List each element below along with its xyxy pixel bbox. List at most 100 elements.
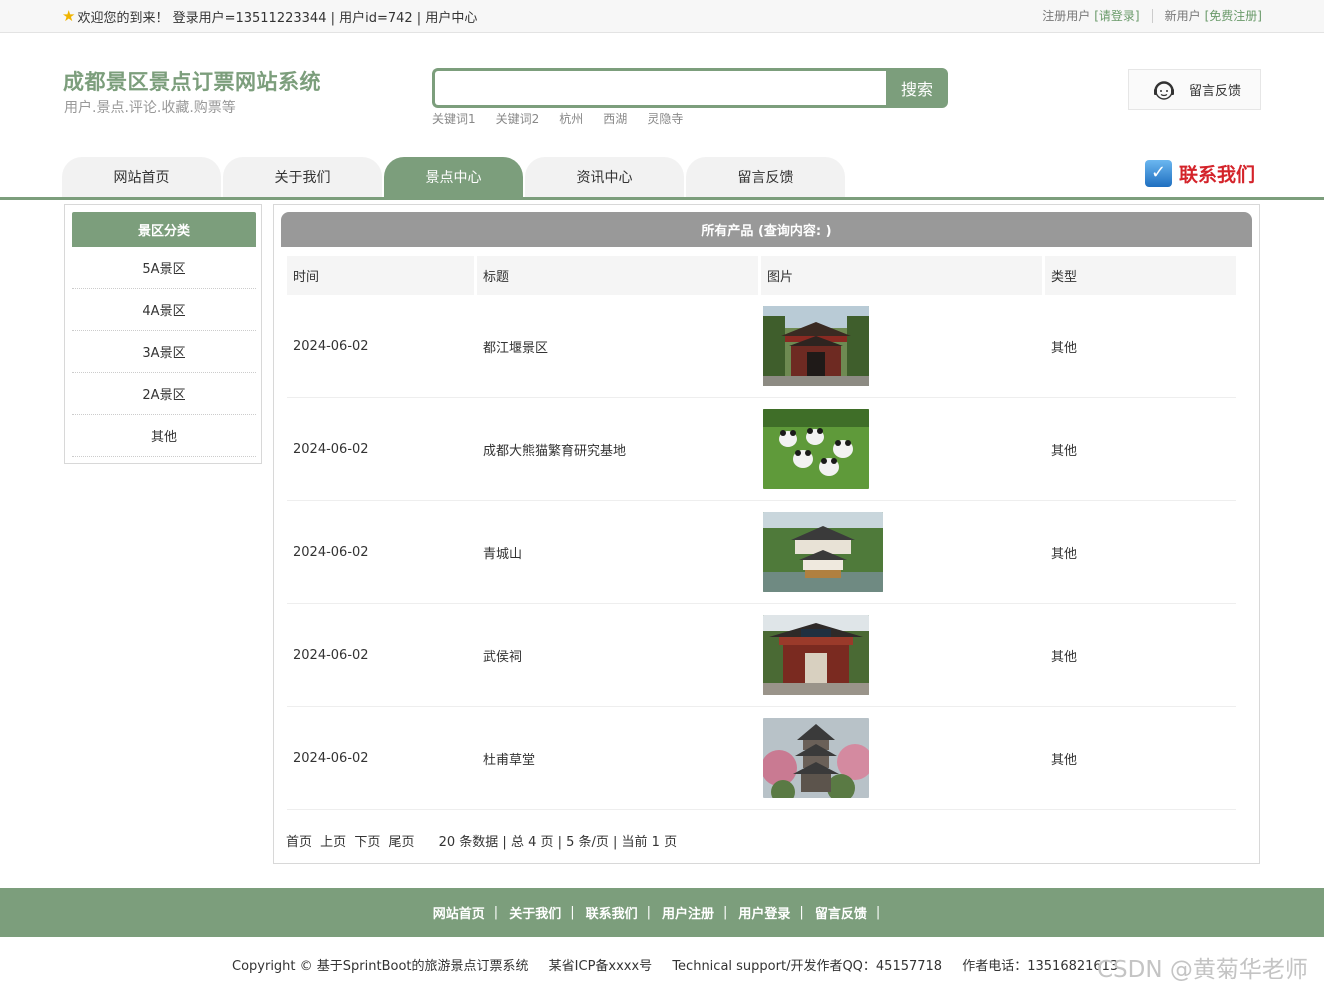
shrine-gate-image[interactable] xyxy=(763,615,869,695)
product-panel: 所有产品 (查询内容: ) 时间 标题 图片 类型 2024-06-02 都江堰… xyxy=(273,204,1260,864)
row-type: 其他 xyxy=(1045,501,1236,604)
contact-us-button[interactable]: 联系我们 xyxy=(1145,160,1255,187)
watermark: CSDN @黄菊华老师 xyxy=(1097,957,1308,983)
row-time: 2024-06-02 xyxy=(287,707,477,810)
footer-separator: | xyxy=(570,905,575,920)
sidebar-item-2a[interactable]: 2A景区 xyxy=(72,373,256,415)
footer-link-about[interactable]: 关于我们 xyxy=(509,903,561,922)
search-button[interactable]: 搜索 xyxy=(886,68,948,108)
contact-us-label: 联系我们 xyxy=(1179,164,1256,186)
keyword-link[interactable]: 关键词2 xyxy=(496,110,540,127)
row-image-cell xyxy=(761,398,1045,501)
phone-text: 作者电话：13516821613 xyxy=(962,959,1119,974)
category-sidebar: 景区分类 5A景区 4A景区 3A景区 2A景区 其他 xyxy=(64,204,262,464)
row-time: 2024-06-02 xyxy=(287,604,477,707)
feedback-button[interactable]: 留言反馈 xyxy=(1128,69,1261,110)
site-title: 成都景区景点订票网站系统 xyxy=(63,70,321,94)
footer-separator: | xyxy=(875,905,881,920)
table-row: 2024-06-02 青城山 其他 xyxy=(287,501,1236,604)
feedback-label: 留言反馈 xyxy=(1189,84,1242,99)
pagination-info: 20 条数据 | 总 4 页 | 5 条/页 | 当前 1 页 xyxy=(438,835,678,850)
site-subtitle: 用户.景点.评论.收藏.购票等 xyxy=(64,100,236,116)
row-title-link[interactable]: 武侯祠 xyxy=(477,604,761,707)
search-bar: 搜索 xyxy=(432,68,948,108)
hot-keywords: 关键词1 关键词2 杭州 西湖 灵隐寺 xyxy=(432,110,683,127)
pagination: 首页 上页 下页 尾页 20 条数据 | 总 4 页 | 5 条/页 | 当前 … xyxy=(286,831,677,850)
table-header-row: 时间 标题 图片 类型 xyxy=(287,256,1236,295)
welcome-text[interactable]: 欢迎您的到来！ 登录用户=13511223344 | 用户id=742 | 用户… xyxy=(77,7,477,26)
nav-item-home[interactable]: 网站首页 xyxy=(62,157,221,197)
product-table: 时间 标题 图片 类型 2024-06-02 都江堰景区 其他 2024-06-… xyxy=(287,256,1236,810)
next-page-link[interactable]: 下页 xyxy=(354,835,380,850)
table-row: 2024-06-02 杜甫草堂 其他 xyxy=(287,707,1236,810)
row-type: 其他 xyxy=(1045,398,1236,501)
footer-separator: | xyxy=(799,905,804,920)
top-bar: ★ 欢迎您的到来！ 登录用户=13511223344 | 用户id=742 | … xyxy=(0,0,1324,33)
new-user-label: 新用户 xyxy=(1164,9,1201,23)
row-image-cell xyxy=(761,501,1045,604)
keyword-link[interactable]: 灵隐寺 xyxy=(647,110,683,127)
footer-nav: 网站首页 | 关于我们 | 联系我们 | 用户注册 | 用户登录 | 留言反馈 | xyxy=(0,888,1324,937)
row-title-link[interactable]: 都江堰景区 xyxy=(477,295,761,398)
customer-service-icon xyxy=(1154,80,1174,100)
column-header-image: 图片 xyxy=(761,256,1045,295)
sidebar-item-5a[interactable]: 5A景区 xyxy=(72,247,256,289)
row-type: 其他 xyxy=(1045,604,1236,707)
nav-underline xyxy=(0,197,1324,200)
star-icon: ★ xyxy=(62,7,76,25)
footer-link-feedback[interactable]: 留言反馈 xyxy=(815,903,867,922)
free-register-link[interactable]: [免费注册] xyxy=(1205,7,1262,24)
phone-icon xyxy=(1145,160,1172,187)
welcome-area: ★ 欢迎您的到来！ 登录用户=13511223344 | 用户id=742 | … xyxy=(62,7,477,27)
sidebar-title: 景区分类 xyxy=(72,212,256,247)
column-header-title: 标题 xyxy=(477,256,761,295)
nav-item-news[interactable]: 资讯中心 xyxy=(525,157,684,197)
row-time: 2024-06-02 xyxy=(287,501,477,604)
prev-page-link[interactable]: 上页 xyxy=(320,835,346,850)
divider xyxy=(1151,8,1153,23)
register-user-label: 注册用户 xyxy=(1042,9,1091,23)
footer-separator: | xyxy=(493,905,499,920)
footer-link-contact[interactable]: 联系我们 xyxy=(586,903,638,922)
row-type: 其他 xyxy=(1045,707,1236,810)
column-header-time: 时间 xyxy=(287,256,477,295)
search-input[interactable] xyxy=(432,68,895,108)
temple-gate-image[interactable] xyxy=(763,306,869,386)
login-link[interactable]: [请登录] xyxy=(1094,7,1139,24)
last-page-link[interactable]: 尾页 xyxy=(388,835,414,850)
row-image-cell xyxy=(761,604,1045,707)
pagoda-image[interactable] xyxy=(763,718,869,798)
table-row: 2024-06-02 成都大熊猫繁育研究基地 其他 xyxy=(287,398,1236,501)
nav-item-attractions[interactable]: 景点中心 xyxy=(384,157,523,197)
row-type: 其他 xyxy=(1045,295,1236,398)
nav-item-feedback[interactable]: 留言反馈 xyxy=(686,157,845,197)
support-text: Technical support/开发作者QQ：45157718 xyxy=(672,959,943,974)
table-row: 2024-06-02 武侯祠 其他 xyxy=(287,604,1236,707)
footer-separator: | xyxy=(646,905,651,920)
account-links: 注册用户 [请登录] 新用户 [免费注册] xyxy=(1042,7,1262,24)
nav-item-about[interactable]: 关于我们 xyxy=(223,157,382,197)
footer-link-register[interactable]: 用户注册 xyxy=(662,903,714,922)
panel-title: 所有产品 (查询内容: ) xyxy=(281,212,1252,247)
main-nav: 网站首页 关于我们 景点中心 资讯中心 留言反馈 xyxy=(62,157,847,197)
keyword-link[interactable]: 关键词1 xyxy=(432,110,476,127)
first-page-link[interactable]: 首页 xyxy=(286,835,312,850)
keyword-link[interactable]: 西湖 xyxy=(603,110,627,127)
footer-link-home[interactable]: 网站首页 xyxy=(433,903,485,922)
copyright-bar: Copyright © 基于SprintBoot的旅游景点订票系统 某省ICP备… xyxy=(232,955,1134,974)
mountain-temple-image[interactable] xyxy=(763,512,883,592)
row-image-cell xyxy=(761,707,1045,810)
row-image-cell xyxy=(761,295,1045,398)
sidebar-item-3a[interactable]: 3A景区 xyxy=(72,331,256,373)
table-row: 2024-06-02 都江堰景区 其他 xyxy=(287,295,1236,398)
keyword-link[interactable]: 杭州 xyxy=(559,110,583,127)
pandas-image[interactable] xyxy=(763,409,869,489)
row-title-link[interactable]: 杜甫草堂 xyxy=(477,707,761,810)
row-time: 2024-06-02 xyxy=(287,398,477,501)
footer-link-login[interactable]: 用户登录 xyxy=(738,903,790,922)
row-title-link[interactable]: 成都大熊猫繁育研究基地 xyxy=(477,398,761,501)
footer-separator: | xyxy=(723,905,728,920)
sidebar-item-other[interactable]: 其他 xyxy=(72,415,256,457)
row-title-link[interactable]: 青城山 xyxy=(477,501,761,604)
sidebar-item-4a[interactable]: 4A景区 xyxy=(72,289,256,331)
